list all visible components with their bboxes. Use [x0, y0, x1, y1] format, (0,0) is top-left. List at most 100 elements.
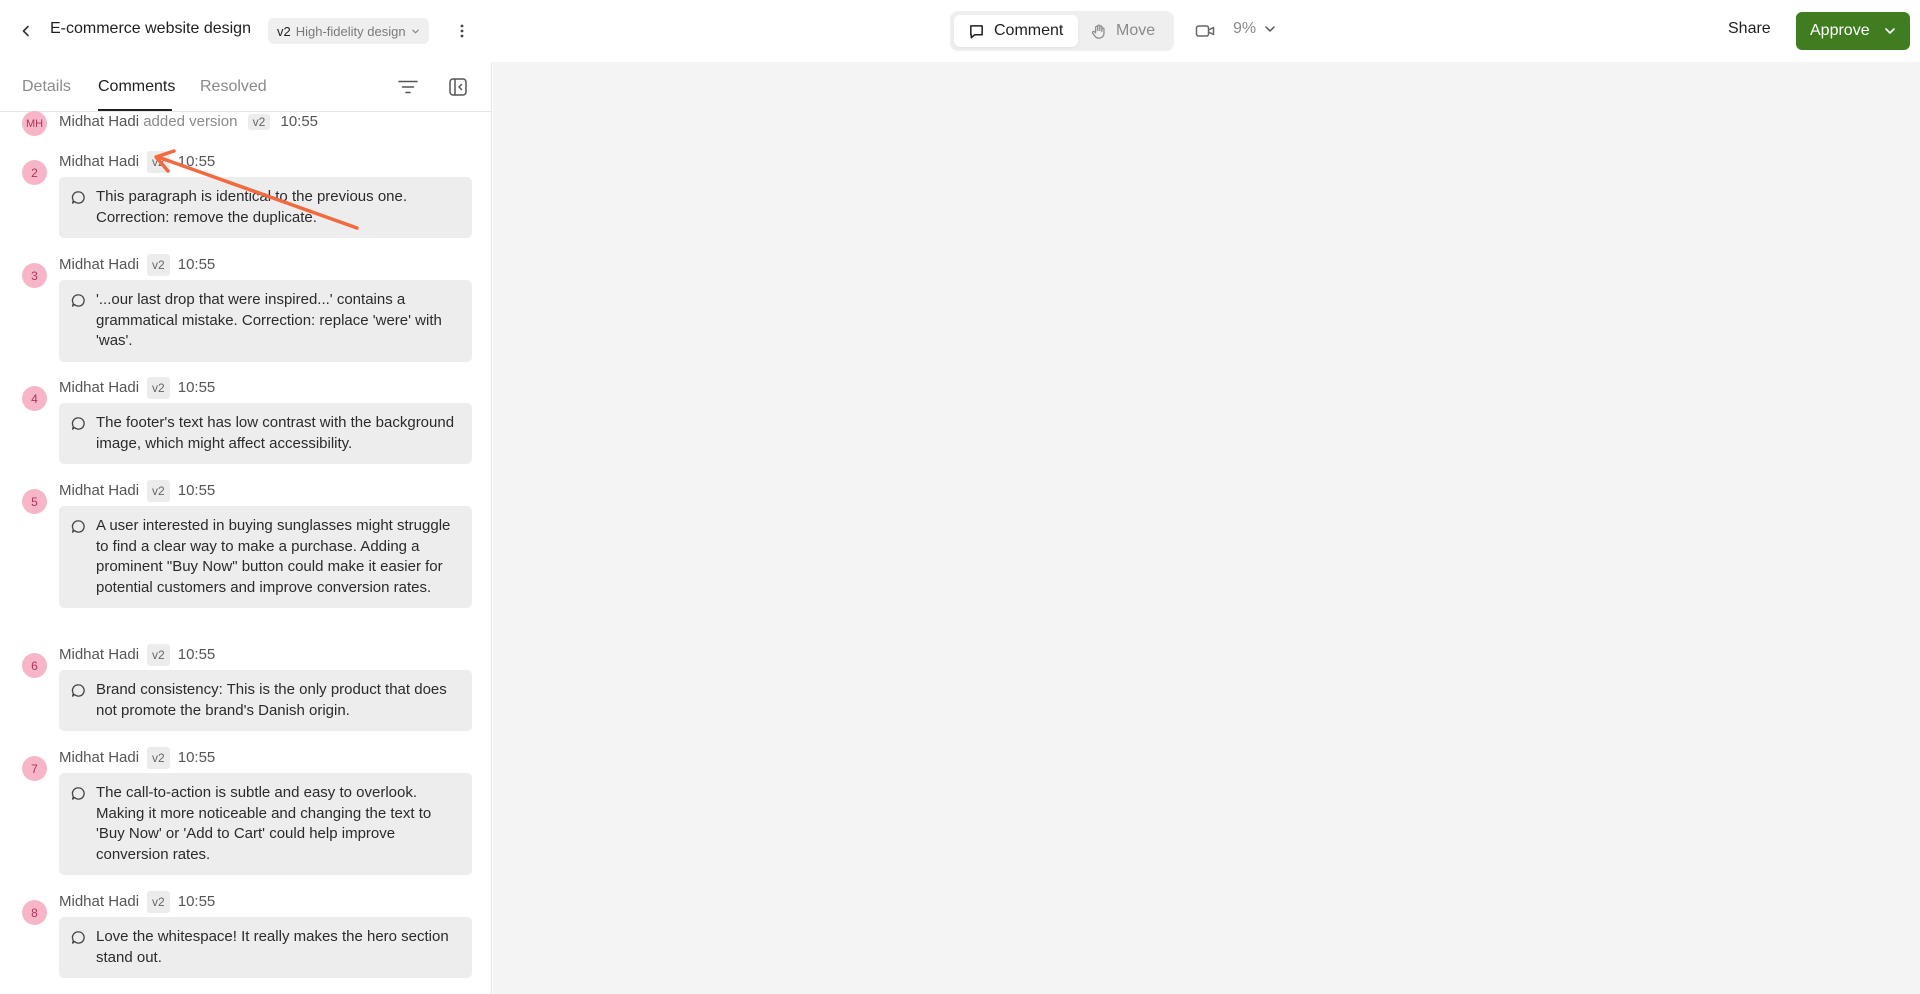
version-label: High-fidelity design [295, 23, 406, 39]
comment-number-badge[interactable]: 6 [22, 653, 47, 678]
approve-button[interactable]: Approve [1796, 12, 1910, 50]
tab-resolved[interactable]: Resolved [200, 78, 267, 96]
speech-bubble-icon [71, 787, 85, 800]
more-options-button[interactable] [452, 19, 472, 43]
author-name: Midhat Hadi [59, 256, 140, 273]
activity-line: Midhat Hadi added version v2 10:55 [59, 113, 318, 130]
speech-bubble-icon [71, 931, 85, 944]
activity-item: MH Midhat Hadi added version v2 10:55 [0, 111, 491, 141]
filter-icon [398, 80, 418, 94]
comment-number-badge[interactable]: 5 [22, 489, 47, 514]
mode-toggle: Comment Move [950, 11, 1174, 51]
timestamp: 10:55 [280, 113, 319, 130]
comment-body[interactable]: The footer's text has low contrast with … [59, 403, 472, 464]
comment-text: Brand consistency: This is the only prod… [96, 681, 447, 719]
chevron-down-icon [411, 29, 419, 33]
comment-text: A user interested in buying sunglasses m… [96, 517, 451, 596]
back-button[interactable] [14, 19, 38, 43]
sidebar-tabs: Details Comments Resolved [0, 62, 491, 112]
avatar: MH [22, 111, 47, 136]
comment-body[interactable]: Brand consistency: This is the only prod… [59, 670, 472, 731]
author-name: Midhat Hadi [59, 749, 140, 766]
more-vertical-icon [460, 24, 464, 38]
speech-bubble-icon [71, 294, 85, 307]
chevron-down-icon [1265, 26, 1275, 32]
version-tag: v2 [147, 480, 170, 502]
chevron-left-icon [22, 25, 29, 37]
tab-comments[interactable]: Comments [98, 78, 175, 96]
author-name: Midhat Hadi [59, 482, 140, 499]
comment-body[interactable]: The call-to-action is subtle and easy to… [59, 773, 472, 875]
author-name: Midhat Hadi [59, 153, 140, 170]
comment-icon [970, 24, 983, 38]
comment-text: The footer's text has low contrast with … [96, 414, 455, 452]
move-mode-button[interactable]: Move [1078, 15, 1170, 47]
version-tag: v2 [147, 747, 170, 769]
zoom-selector[interactable]: 9% [1233, 20, 1276, 38]
comment-meta: Midhat Hadi v2 10:55 [59, 480, 216, 502]
project-title: E-commerce website design [50, 20, 251, 37]
comment-mode-button[interactable]: Comment [954, 15, 1078, 47]
version-tag: v2 [147, 644, 170, 666]
version-tag: v2 [147, 377, 170, 399]
share-button[interactable]: Share [1728, 20, 1771, 38]
hand-icon [1091, 23, 1105, 39]
comments-sidebar: Details Comments Resolved MH Midhat Hadi… [0, 62, 492, 994]
comment-body[interactable]: Love the whitespace! It really makes the… [59, 917, 472, 978]
author-name: Midhat Hadi [59, 646, 140, 663]
timestamp: 10:55 [177, 893, 216, 910]
comment-feed: MH Midhat Hadi added version v2 10:55 2 … [0, 111, 491, 994]
timestamp: 10:55 [177, 153, 216, 170]
video-camera-icon [1195, 25, 1215, 37]
speech-bubble-icon [71, 520, 85, 533]
comment-meta: Midhat Hadi v2 10:55 [59, 891, 216, 913]
comment-number-badge[interactable]: 8 [22, 900, 47, 925]
comment-meta: Midhat Hadi v2 10:55 [59, 254, 216, 276]
comment-text: '...our last drop that were inspired...'… [96, 291, 442, 349]
author-name: Midhat Hadi [59, 379, 140, 396]
speech-bubble-icon [71, 417, 85, 430]
collapse-panel-icon [449, 78, 467, 96]
comment-meta: Midhat Hadi v2 10:55 [59, 644, 216, 666]
version-tag: v2 [147, 891, 170, 913]
version-tag: v2 [147, 151, 170, 173]
top-bar: E-commerce website design v2 High-fideli… [0, 0, 1920, 62]
tab-details[interactable]: Details [22, 78, 71, 96]
comment-text: This paragraph is identical to the previ… [96, 188, 408, 226]
comment-text: Love the whitespace! It really makes the… [96, 928, 449, 966]
design-canvas[interactable] [493, 62, 1920, 994]
speech-bubble-icon [71, 191, 85, 204]
timestamp: 10:55 [177, 482, 216, 499]
comment-body[interactable]: '...our last drop that were inspired...'… [59, 280, 472, 362]
approve-label: Approve [1810, 22, 1870, 39]
chevron-down-icon [1885, 28, 1895, 34]
timestamp: 10:55 [177, 646, 216, 663]
comment-text: The call-to-action is subtle and easy to… [96, 784, 432, 863]
activity-text: added version [143, 113, 238, 130]
timestamp: 10:55 [177, 379, 216, 396]
comment-body[interactable]: A user interested in buying sunglasses m… [59, 506, 472, 608]
comment-meta: Midhat Hadi v2 10:55 [59, 377, 216, 399]
comment-meta: Midhat Hadi v2 10:55 [59, 747, 216, 769]
comment-number-badge[interactable]: 7 [22, 756, 47, 781]
comment-number-badge[interactable]: 4 [22, 386, 47, 411]
collapse-sidebar-button[interactable] [446, 75, 470, 99]
comment-body[interactable]: This paragraph is identical to the previ… [59, 177, 472, 238]
move-mode-label: Move [1116, 22, 1156, 39]
zoom-level: 9% [1233, 20, 1257, 37]
comment-number-badge[interactable]: 3 [22, 263, 47, 288]
author-name: Midhat Hadi [59, 893, 140, 910]
record-video-button[interactable] [1193, 19, 1217, 43]
author-name: Midhat Hadi [59, 113, 140, 130]
filter-button[interactable] [396, 75, 420, 99]
comment-meta: Midhat Hadi v2 10:55 [59, 151, 216, 173]
speech-bubble-icon [71, 684, 85, 697]
timestamp: 10:55 [177, 749, 216, 766]
version-selector[interactable]: v2 High-fidelity design [268, 18, 429, 44]
comment-number-badge[interactable]: 2 [22, 160, 47, 185]
comment-mode-label: Comment [994, 22, 1064, 39]
version-tag: v2 [247, 114, 271, 130]
timestamp: 10:55 [177, 256, 216, 273]
version-tag: v2 [147, 254, 170, 276]
version-number: v2 [277, 23, 291, 39]
